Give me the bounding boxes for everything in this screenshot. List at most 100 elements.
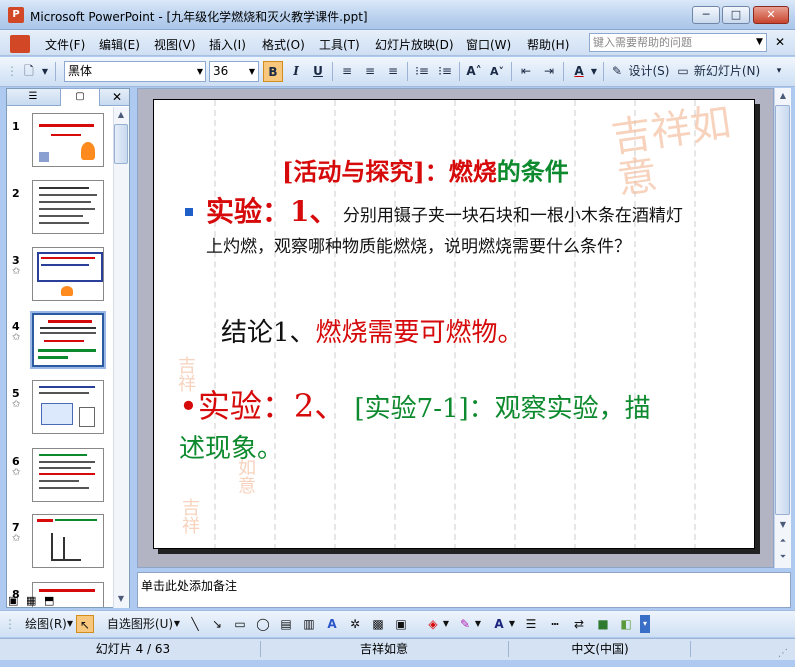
close-button[interactable]: ✕ bbox=[753, 6, 789, 24]
close-document-icon[interactable]: ✕ bbox=[775, 35, 785, 49]
small-seal-decoration: 吉祥 bbox=[182, 498, 200, 537]
vertical-textbox-icon[interactable]: ▥ bbox=[300, 615, 318, 633]
bulleted-list-icon[interactable]: ⁝≡ bbox=[436, 61, 454, 82]
scroll-down-icon[interactable]: ▼ bbox=[776, 518, 790, 532]
experiment-2-text[interactable]: •实验：2、 [实验7-1]：观察实验，描述现象。 bbox=[179, 386, 659, 469]
menu-file[interactable]: 文件(F) bbox=[45, 36, 85, 53]
decrease-font-icon[interactable]: A˅ bbox=[488, 61, 506, 82]
line-style-icon[interactable]: ☰ bbox=[522, 615, 540, 633]
chevron-down-icon[interactable]: ▼ bbox=[474, 615, 482, 633]
menu-help[interactable]: 帮助(H) bbox=[527, 36, 569, 53]
experiment-1-text[interactable]: 实验：1、 分别用镊子夹一块石块和一根小木条在酒精灯上灼燃，观察哪种物质能燃烧，… bbox=[206, 196, 696, 263]
italic-button[interactable]: I bbox=[287, 61, 305, 82]
select-pointer-icon[interactable]: ↖ bbox=[76, 615, 94, 633]
align-right-icon[interactable]: ≡ bbox=[384, 61, 402, 82]
clipart-icon[interactable]: ▩ bbox=[369, 615, 387, 633]
textbox-tool-icon[interactable]: ▤ bbox=[277, 615, 295, 633]
line-color-icon[interactable]: ✎ bbox=[456, 615, 474, 633]
increase-indent-icon[interactable]: ⇥ bbox=[540, 61, 558, 82]
maximize-button[interactable]: □ bbox=[722, 6, 750, 24]
new-slide-button[interactable]: 新幻灯片(N) bbox=[692, 61, 762, 82]
line-tool-icon[interactable]: ╲ bbox=[187, 615, 203, 633]
design-button[interactable]: 设计(S) bbox=[627, 61, 671, 82]
menu-format[interactable]: 格式(O) bbox=[262, 36, 305, 53]
help-search-input[interactable]: 键入需要帮助的问题 bbox=[589, 33, 767, 52]
chevron-down-icon[interactable]: ▼ bbox=[442, 615, 450, 633]
powerpoint-app-icon[interactable]: P bbox=[8, 7, 24, 23]
slide-sorter-icon[interactable]: ▦ bbox=[26, 594, 36, 607]
font-color-icon[interactable]: A bbox=[569, 61, 589, 82]
chevron-down-icon[interactable]: ▼ bbox=[589, 61, 599, 82]
chevron-down-icon[interactable]: ▼ bbox=[246, 62, 258, 81]
chevron-down-icon[interactable]: ▼ bbox=[173, 615, 181, 633]
menu-edit[interactable]: 编辑(E) bbox=[99, 36, 140, 53]
toolbar-options-icon[interactable]: ▾ bbox=[640, 615, 650, 633]
previous-slide-icon[interactable]: ⏶ bbox=[776, 534, 790, 548]
slide-thumbnail-6[interactable] bbox=[32, 448, 104, 502]
close-icon[interactable]: ✕ bbox=[110, 89, 124, 105]
scrollbar-thumb[interactable] bbox=[114, 124, 128, 164]
menu-insert[interactable]: 插入(I) bbox=[209, 36, 246, 53]
draw-menu-button[interactable]: 绘图(R) bbox=[20, 615, 72, 633]
font-name-select[interactable]: 黑体 bbox=[64, 61, 206, 82]
slides-tab-icon[interactable]: ▢ bbox=[60, 88, 100, 106]
insert-picture-icon[interactable]: ▣ bbox=[392, 615, 410, 633]
document-icon[interactable] bbox=[10, 35, 30, 53]
slide-title[interactable]: [活动与探究]：燃烧的条件 bbox=[282, 152, 569, 187]
diagram-icon[interactable]: ✲ bbox=[346, 615, 364, 633]
resize-grip-icon[interactable]: ⋰ bbox=[778, 648, 788, 659]
slide-thumbnail-5[interactable] bbox=[32, 380, 104, 434]
align-center-icon[interactable]: ≡ bbox=[361, 61, 379, 82]
draw-font-color-icon[interactable]: A bbox=[490, 615, 508, 633]
chevron-down-icon[interactable]: ▼ bbox=[194, 62, 206, 81]
oval-tool-icon[interactable]: ◯ bbox=[254, 615, 272, 633]
chevron-down-icon[interactable]: ▼ bbox=[40, 61, 50, 82]
conclusion-1-text[interactable]: 结论1、燃烧需要可燃物。 bbox=[221, 312, 524, 349]
chevron-down-icon[interactable]: ▼ bbox=[752, 33, 767, 52]
normal-view-icon[interactable]: ▣ bbox=[8, 594, 18, 607]
slideshow-view-icon[interactable]: ⬒ bbox=[44, 594, 54, 607]
menu-tools[interactable]: 工具(T) bbox=[319, 36, 360, 53]
slide-thumbnail-1[interactable] bbox=[32, 113, 104, 167]
numbered-list-icon[interactable]: ⁝≡ bbox=[413, 61, 431, 82]
bold-button[interactable]: B bbox=[263, 61, 283, 82]
slide-thumbnail-3[interactable] bbox=[32, 247, 104, 301]
menu-window[interactable]: 窗口(W) bbox=[466, 36, 511, 53]
chevron-down-icon[interactable]: ▼ bbox=[66, 615, 74, 633]
toolbar-options-icon[interactable]: ▾ bbox=[772, 61, 786, 82]
slide-thumbnail-4[interactable] bbox=[30, 311, 106, 369]
chevron-down-icon[interactable]: ▼ bbox=[508, 615, 516, 633]
scrollbar-thumb[interactable] bbox=[775, 105, 790, 515]
shadow-style-icon[interactable]: ■ bbox=[594, 615, 612, 633]
minimize-button[interactable]: ─ bbox=[692, 6, 720, 24]
slide-thumbnail-8[interactable] bbox=[32, 582, 104, 607]
slides-scrollbar[interactable] bbox=[113, 107, 129, 608]
decrease-indent-icon[interactable]: ⇤ bbox=[517, 61, 535, 82]
scroll-down-icon[interactable]: ▼ bbox=[114, 592, 128, 606]
animation-star-icon: ✩ bbox=[12, 533, 21, 544]
scroll-up-icon[interactable]: ▲ bbox=[114, 108, 128, 122]
increase-font-icon[interactable]: A˄ bbox=[465, 61, 483, 82]
notes-pane[interactable]: 单击此处添加备注 bbox=[137, 572, 791, 608]
menu-view[interactable]: 视图(V) bbox=[154, 36, 196, 53]
menu-slideshow[interactable]: 幻灯片放映(D) bbox=[375, 36, 454, 53]
arrow-tool-icon[interactable]: ↘ bbox=[209, 615, 225, 633]
rectangle-tool-icon[interactable]: ▭ bbox=[231, 615, 249, 633]
autoshapes-button[interactable]: 自选图形(U) bbox=[105, 615, 175, 633]
scroll-up-icon[interactable]: ▲ bbox=[776, 89, 790, 103]
slide-thumbnail-2[interactable] bbox=[32, 180, 104, 234]
slide-thumbnail-7[interactable] bbox=[32, 514, 104, 568]
slide-canvas[interactable]: 吉祥如意 吉祥 如意 吉祥 [活动与探究]：燃烧的条件 实验：1、 分别用镊子夹… bbox=[153, 99, 755, 549]
arrow-style-icon[interactable]: ⇄ bbox=[570, 615, 588, 633]
3d-style-icon[interactable]: ◧ bbox=[617, 615, 635, 633]
align-left-icon[interactable]: ≡ bbox=[338, 61, 356, 82]
new-slide-icon[interactable]: ▭ bbox=[675, 61, 691, 82]
wordart-icon[interactable]: A bbox=[323, 615, 341, 633]
new-document-icon[interactable]: 🗋 bbox=[18, 61, 40, 82]
next-slide-icon[interactable]: ⏷ bbox=[776, 550, 790, 564]
fill-color-icon[interactable]: ◈ bbox=[424, 615, 442, 633]
dash-style-icon[interactable]: ┅ bbox=[546, 615, 564, 633]
outline-tab-icon[interactable]: ☰ bbox=[18, 89, 48, 105]
underline-button[interactable]: U bbox=[309, 61, 327, 82]
design-icon[interactable]: ✎ bbox=[609, 61, 625, 82]
